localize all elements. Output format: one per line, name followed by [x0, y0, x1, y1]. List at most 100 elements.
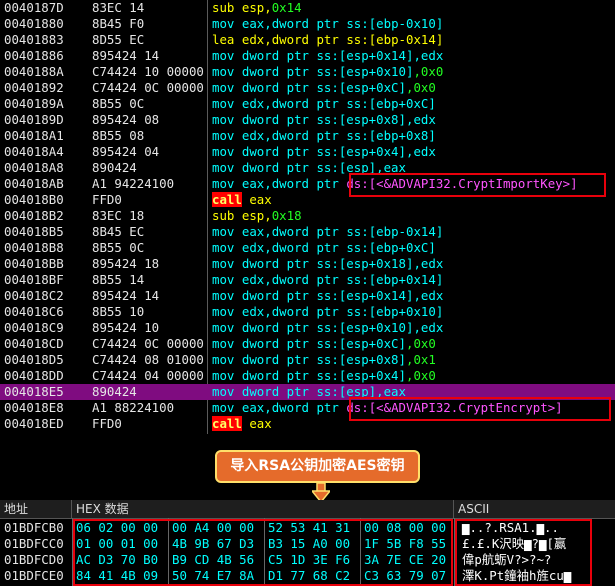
operand: ,dword ptr — [264, 304, 347, 319]
disasm-row[interactable]: 00401892 C74424 0C 00000000 mov dword ptr … — [0, 80, 615, 96]
instruction-bytes: 8B45 F0 — [92, 16, 145, 31]
disasm-row[interactable]: 004018A4 895424 04 mov dword ptr ss:[esp+0… — [0, 144, 615, 160]
operand: ,edx — [413, 320, 444, 335]
operand: ss:[ebp+0xC] — [346, 240, 436, 255]
operand: ,dword ptr — [264, 400, 347, 415]
disasm-row[interactable]: 004018C2 895424 14 mov dword ptr ss:[esp+0… — [0, 288, 615, 304]
header-hex[interactable]: HEX 数据 — [72, 500, 454, 518]
mnemonic: mov — [212, 320, 235, 335]
operand: esp — [241, 0, 265, 15]
operand: ,edx — [413, 288, 444, 303]
instruction-bytes: 8D55 EC — [92, 32, 145, 47]
disasm-row[interactable]: 004018B2 83EC 18 sub esp,0x18 — [0, 208, 615, 224]
operand: ss:[ebp+0x14] — [346, 272, 444, 287]
mnemonic: mov — [212, 112, 235, 127]
instruction-address: 004018BF — [4, 272, 64, 287]
mnemonic: mov — [212, 240, 235, 255]
highlight-box-ascii — [455, 519, 592, 586]
operand: eax — [241, 16, 265, 31]
operand: ,edx — [413, 48, 444, 63]
disasm-row[interactable]: 004018B5 8B45 EC mov eax,dword ptr ss:[ebp… — [0, 224, 615, 240]
operand: ,0x0 — [405, 80, 436, 95]
instruction-bytes: 895424 14 — [92, 288, 160, 303]
operand: edx — [241, 304, 265, 319]
dump-address: 01BDFCD0 — [4, 552, 64, 567]
instruction-text: mov dword ptr ss:[esp+0x10],0x0 — [212, 64, 443, 80]
instruction-address: 004018C2 — [4, 288, 64, 303]
operand: ,dword ptr — [264, 16, 347, 31]
disasm-row[interactable]: 0040187D 83EC 14 sub esp,0x14 — [0, 0, 615, 16]
operand: ,dword ptr — [264, 272, 347, 287]
operand: eax — [241, 400, 265, 415]
instruction-bytes: A1 94224100 — [92, 176, 175, 191]
mnemonic: mov — [212, 384, 235, 399]
dump-header: 地址 HEX 数据 ASCII — [0, 500, 615, 519]
operand: ss:[ebp+0x10] — [346, 304, 444, 319]
instruction-bytes: 8B55 0C — [92, 240, 145, 255]
instruction-text: sub esp,0x14 — [212, 0, 302, 16]
disasm-row[interactable]: 004018C9 895424 10 mov dword ptr ss:[esp+0… — [0, 320, 615, 336]
operand: ,dword ptr — [264, 224, 347, 239]
mnemonic: mov — [212, 400, 235, 415]
instruction-text: mov dword ptr ss:[esp+0x14],edx — [212, 288, 443, 304]
operand: dword ptr ss:[esp+0x4] — [241, 144, 406, 159]
operand: eax — [241, 224, 265, 239]
disasm-row[interactable]: 00401883 8D55 EC lea edx,dword ptr ss:[ebp… — [0, 32, 615, 48]
disasm-row[interactable]: 004018C6 8B55 10 mov edx,dword ptr ss:[ebp… — [0, 304, 615, 320]
instruction-bytes: A1 88224100 — [92, 400, 175, 415]
instruction-bytes: 895424 08 — [92, 112, 160, 127]
instruction-bytes: 8B55 14 — [92, 272, 145, 287]
disasm-row[interactable]: 004018D5 C74424 08 01000000 mov dword ptr … — [0, 352, 615, 368]
instruction-text: mov edx,dword ptr ss:[ebp+0xC] — [212, 240, 436, 256]
instruction-text: mov edx,dword ptr ss:[ebp+0x8] — [212, 128, 436, 144]
disasm-row[interactable]: 004018B8 8B55 0C mov edx,dword ptr ss:[ebp… — [0, 240, 615, 256]
mnemonic: mov — [212, 80, 235, 95]
disasm-row[interactable]: 0040189D 895424 08 mov dword ptr ss:[esp+0… — [0, 112, 615, 128]
disasm-row[interactable]: 0040189A 8B55 0C mov edx,dword ptr ss:[ebp… — [0, 96, 615, 112]
instruction-text: mov eax,dword ptr ss:[ebp-0x14] — [212, 224, 443, 240]
disassembly-pane[interactable]: 0040187D 83EC 14 sub esp,0x14 00401880 8B45 … — [0, 0, 615, 434]
header-address[interactable]: 地址 — [0, 500, 72, 518]
instruction-bytes: 83EC 18 — [92, 208, 145, 223]
mnemonic: call — [212, 192, 242, 207]
disasm-row[interactable]: 00401880 8B45 F0 mov eax,dword ptr ss:[ebp… — [0, 16, 615, 32]
instruction-bytes: 83EC 14 — [92, 0, 145, 15]
instruction-address: 004018A1 — [4, 128, 64, 143]
instruction-bytes: 895424 10 — [92, 320, 160, 335]
instruction-address: 00401886 — [4, 48, 64, 63]
instruction-address: 004018D5 — [4, 352, 64, 367]
operand: ss:[ebp+0xC] — [346, 96, 436, 111]
mnemonic: mov — [212, 64, 235, 79]
disasm-row[interactable]: 00401886 895424 14 mov dword ptr ss:[esp+0… — [0, 48, 615, 64]
mnemonic: mov — [212, 48, 235, 63]
instruction-text: sub esp,0x18 — [212, 208, 302, 224]
instruction-address: 004018AB — [4, 176, 64, 191]
mnemonic: mov — [212, 272, 235, 287]
instruction-text: mov dword ptr ss:[esp+0x4],edx — [212, 144, 436, 160]
operand: dword ptr ss:[esp+0x10] — [241, 320, 414, 335]
disasm-row[interactable]: 004018BF 8B55 14 mov edx,dword ptr ss:[ebp… — [0, 272, 615, 288]
disasm-row[interactable]: 004018CD C74424 0C 00000000 mov dword ptr … — [0, 336, 615, 352]
instruction-address: 004018B5 — [4, 224, 64, 239]
instruction-bytes: 895424 18 — [92, 256, 160, 271]
operand: ,0x0 — [405, 368, 436, 383]
operand: eax — [249, 192, 272, 207]
dump-address: 01BDFCE0 — [4, 568, 64, 583]
operand: , — [264, 0, 272, 15]
operand: dword ptr ss:[esp+0x14] — [241, 288, 414, 303]
disasm-row[interactable]: 0040188A C74424 10 00000000 mov dword ptr … — [0, 64, 615, 80]
header-ascii[interactable]: ASCII — [454, 500, 615, 518]
instruction-text: mov dword ptr ss:[esp+0x10],edx — [212, 320, 443, 336]
instruction-bytes: 890424 — [92, 160, 137, 175]
disasm-row[interactable]: 004018BB 895424 18 mov dword ptr ss:[esp+0… — [0, 256, 615, 272]
operand: ,0x0 — [405, 336, 436, 351]
instruction-address: 0040189D — [4, 112, 64, 127]
dump-address: 01BDFCB0 — [4, 520, 64, 535]
operand: dword ptr ss:[esp+0xC] — [241, 336, 406, 351]
mnemonic: mov — [212, 128, 235, 143]
operand: ,edx — [413, 256, 444, 271]
disasm-row[interactable]: 004018A1 8B55 08 mov edx,dword ptr ss:[ebp… — [0, 128, 615, 144]
operand: dword ptr ss:[esp+0x8] — [241, 112, 406, 127]
disasm-row[interactable]: 004018DD C74424 04 00000000 mov dword ptr … — [0, 368, 615, 384]
instruction-address: 004018BB — [4, 256, 64, 271]
